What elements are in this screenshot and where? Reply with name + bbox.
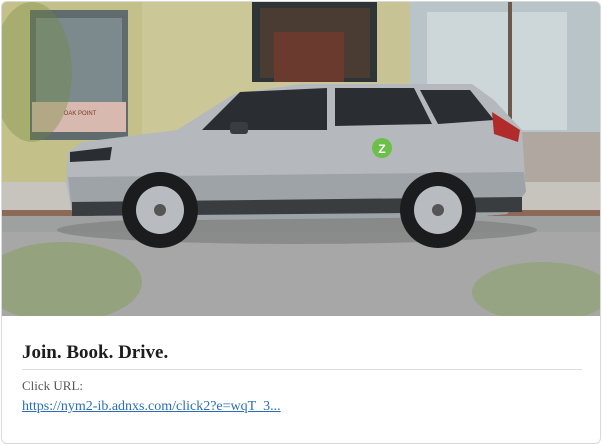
storefront-sign: OAK POINT [64, 111, 97, 117]
car-photo: OAK POINT Z [2, 2, 600, 316]
click-url-link[interactable]: https://nym2-ib.adnxs.com/click2?e=wqT_3… [22, 398, 281, 416]
ad-card: OAK POINT Z Join. Book. Drive. Click URL… [1, 1, 601, 444]
ad-headline: Join. Book. Drive. [22, 342, 169, 363]
hero-image[interactable]: OAK POINT Z [2, 2, 600, 316]
ad-body: Join. Book. Drive. Click URL: https://ny… [22, 316, 582, 416]
click-url-label: Click URL: [22, 378, 84, 393]
logo-letter: Z [378, 142, 385, 156]
divider [22, 369, 582, 370]
